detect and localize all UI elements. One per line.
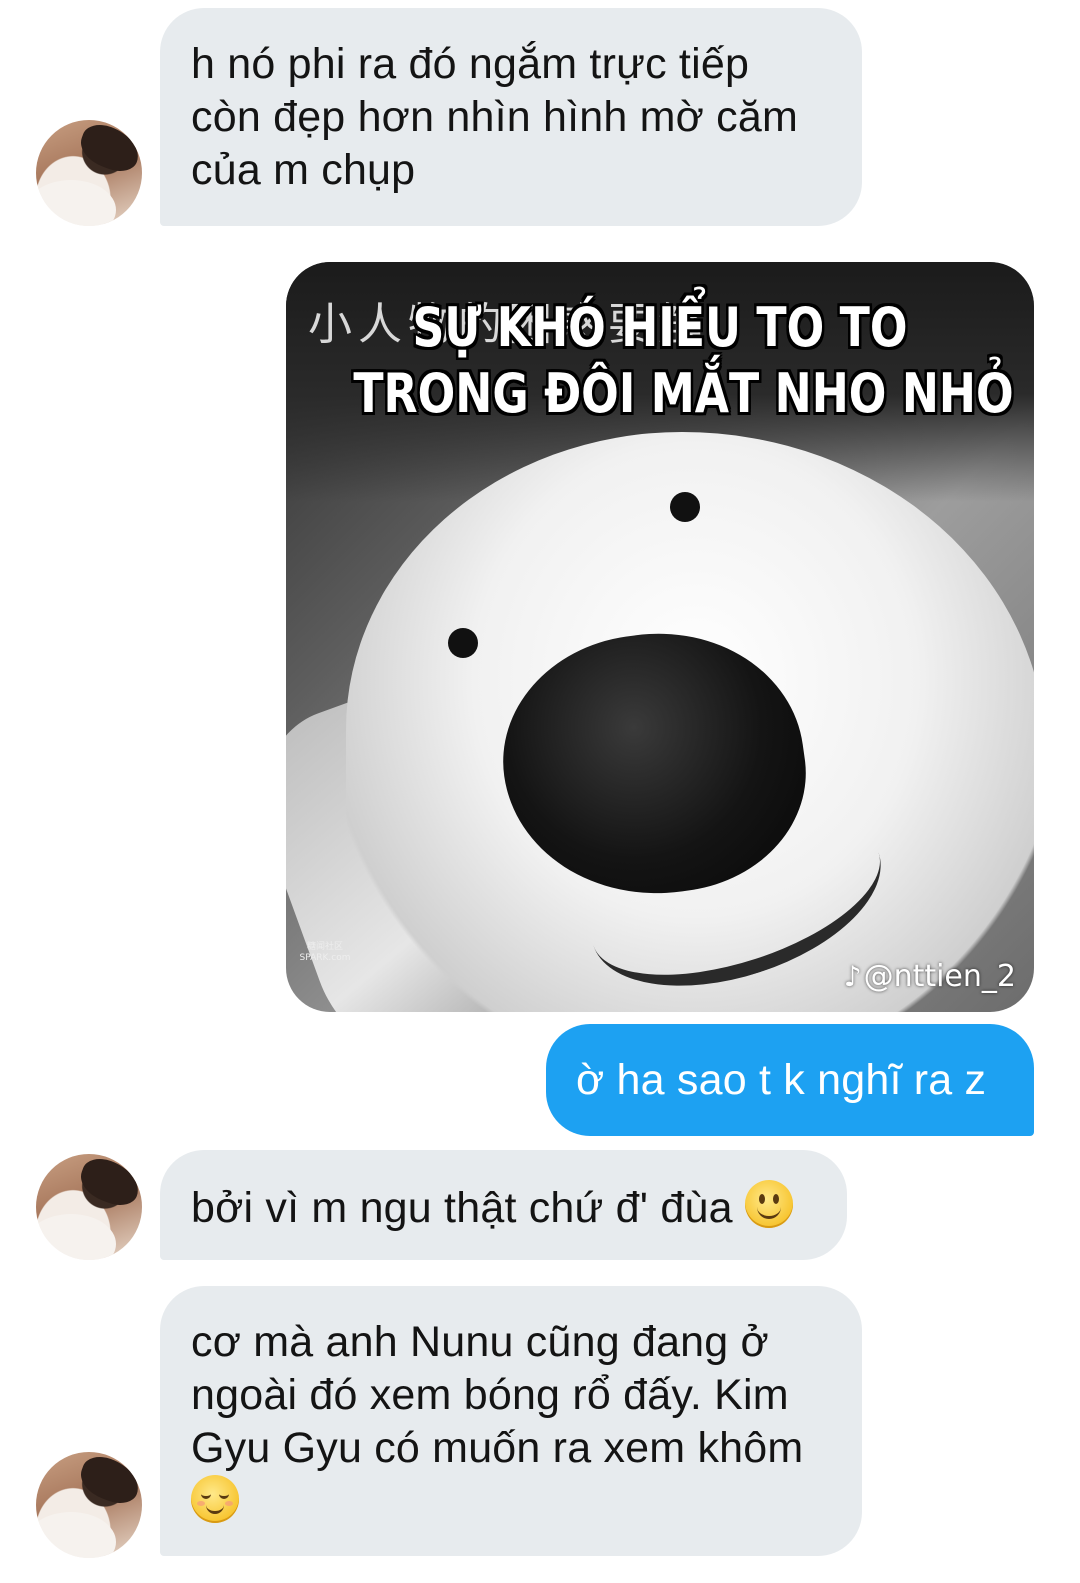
message-text-line: ngoài đó xem bóng rổ đấy. Kim [191,1371,789,1419]
meme-caption-line-1: SỰ KHÓ HIỂU TO TO [412,296,908,359]
message-text-line: Gyu Gyu có muốn ra xem khôm [191,1424,804,1472]
message-text-line: cơ mà anh Nunu cũng đang ở [191,1318,769,1366]
contact-avatar[interactable] [36,1452,142,1558]
incoming-message-bubble[interactable]: h nó phi ra đó ngắm trực tiếp còn đẹp hơ… [160,8,862,226]
relieved-face-emoji [191,1475,239,1523]
contact-avatar[interactable] [36,120,142,226]
message-emoji-line [191,1475,830,1530]
message-text-line: của m chụp [191,146,416,194]
slightly-smiling-face-emoji [744,1180,793,1228]
meme-image[interactable]: 小人物的困惑要解 SỰ KHÓ HIỂU TO TO TRONG ĐÔI MẮT… [286,262,1034,1012]
message-text-line: h nó phi ra đó ngắm trực tiếp [191,40,750,88]
incoming-message-bubble[interactable]: bởi vì m ngu thật chứ đ' đùa [160,1150,847,1260]
message-text-line: bởi vì m ngu thật chứ đ' đùa [191,1180,815,1235]
dog-eye-right [670,492,700,522]
tiktok-icon: ♪ [843,960,862,993]
incoming-message-bubble[interactable]: cơ mà anh Nunu cũng đang ở ngoài đó xem … [160,1286,862,1556]
tiktok-watermark: ♪@nttien_2 [843,959,1016,994]
dog-eye-left [448,628,478,658]
contact-avatar[interactable] [36,1154,142,1260]
message-text-line: ờ ha sao t k nghĩ ra z [576,1056,987,1104]
meme-caption-line-2: TRONG ĐÔI MẮT NHO NHỎ [353,362,1014,425]
spark-logo: 糖闻社区 SPARK.com [299,942,351,963]
message-text-line: còn đẹp hơn nhìn hình mờ căm [191,93,799,141]
outgoing-message-bubble[interactable]: ờ ha sao t k nghĩ ra z [546,1024,1034,1136]
